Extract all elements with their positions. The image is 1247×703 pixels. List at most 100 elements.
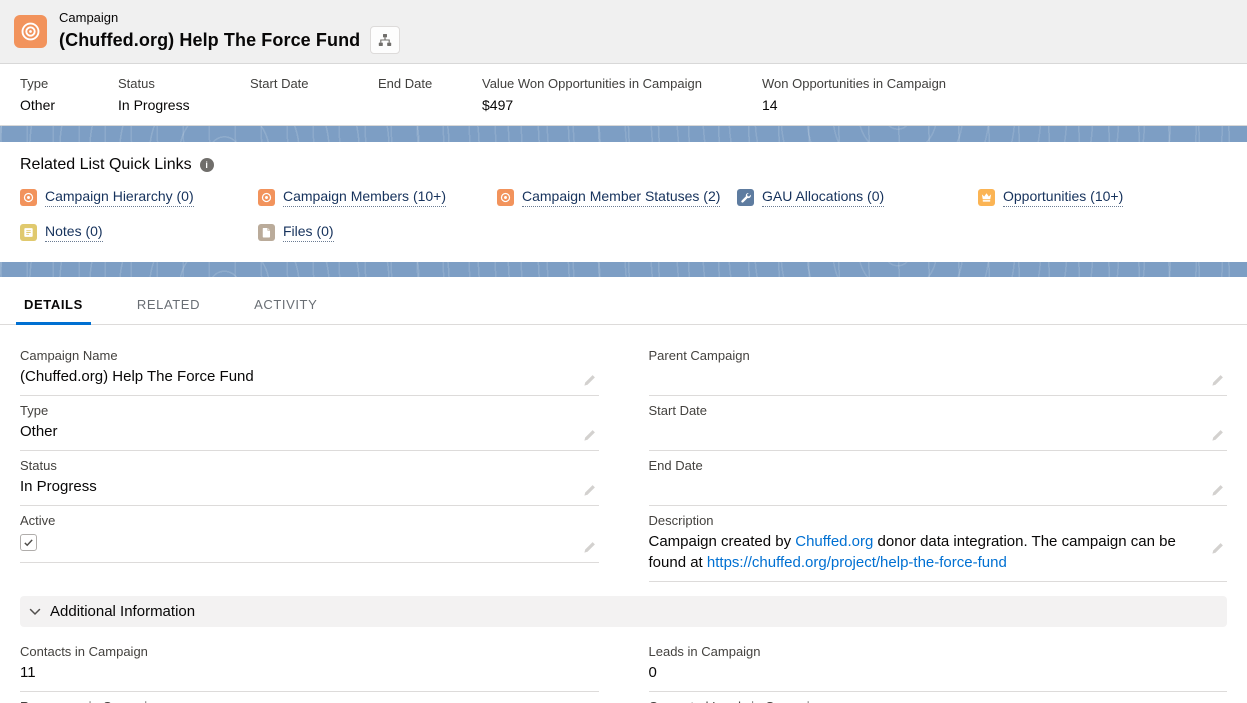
note-icon (20, 224, 37, 241)
field-type: Type Other (20, 396, 599, 451)
field-value: (Chuffed.org) Help The Force Fund (20, 366, 571, 387)
quick-link-campaign-member-statuses[interactable]: Campaign Member Statuses (2) (497, 188, 737, 207)
quick-link-label: Opportunities (10+) (1003, 188, 1123, 207)
edit-pencil-icon[interactable] (1211, 428, 1225, 442)
field-label: Active (20, 512, 571, 529)
edit-pencil-icon[interactable] (583, 483, 597, 497)
highlight-label: Value Won Opportunities in Campaign (482, 75, 752, 92)
highlight-label: Type (20, 75, 108, 92)
tab-bar: DETAILS RELATED ACTIVITY (0, 285, 1247, 325)
quick-link-notes[interactable]: Notes (0) (20, 223, 258, 242)
highlight-value (250, 96, 368, 114)
background-band (0, 126, 1247, 142)
edit-pencil-icon[interactable] (583, 540, 597, 554)
tab-related[interactable]: RELATED (133, 297, 204, 324)
field-value (20, 531, 571, 554)
field-converted-leads-in-campaign: Converted Leads in Campaign 0 (649, 692, 1228, 703)
highlight-end-date: End Date (378, 75, 482, 114)
quick-link-campaign-members[interactable]: Campaign Members (10+) (258, 188, 497, 207)
chevron-down-icon (28, 605, 42, 619)
description-link[interactable]: Chuffed.org (795, 533, 873, 550)
field-label: Description (649, 512, 1200, 529)
section-additional-information[interactable]: Additional Information (20, 596, 1227, 627)
campaign-icon (258, 189, 275, 206)
field-value (649, 476, 1200, 497)
tab-details[interactable]: DETAILS (20, 297, 87, 324)
wrench-icon (737, 189, 754, 206)
field-contacts-in-campaign: Contacts in Campaign 11 (20, 637, 599, 692)
edit-pencil-icon[interactable] (583, 428, 597, 442)
quick-link-gau-allocations[interactable]: GAU Allocations (0) (737, 188, 978, 207)
field-leads-in-campaign: Leads in Campaign 0 (649, 637, 1228, 692)
related-list-quick-links-card: Related List Quick Links i Campaign Hier… (0, 142, 1247, 262)
field-label: Start Date (649, 402, 1200, 419)
edit-pencil-icon[interactable] (1211, 373, 1225, 387)
field-label: Converted Leads in Campaign (649, 698, 1200, 703)
field-value: Campaign created by Chuffed.org donor da… (649, 531, 1189, 573)
details-form: Campaign Name (Chuffed.org) Help The For… (0, 325, 1247, 582)
highlight-value: Other (20, 96, 108, 114)
field-description: Description Campaign created by Chuffed.… (649, 506, 1228, 582)
highlight-type: Type Other (20, 75, 118, 114)
field-value: In Progress (20, 476, 571, 497)
highlight-label: End Date (378, 75, 472, 92)
field-label: End Date (649, 457, 1200, 474)
file-icon (258, 224, 275, 241)
field-responses-in-campaign: Responses in Campaign 11 (20, 692, 599, 703)
highlight-value-won-opportunities: Value Won Opportunities in Campaign $497 (482, 75, 762, 114)
field-value: 0 (649, 662, 1200, 683)
edit-pencil-icon[interactable] (1211, 483, 1225, 497)
description-text: Campaign created by (649, 533, 796, 550)
quick-link-files[interactable]: Files (0) (258, 223, 497, 242)
field-parent-campaign: Parent Campaign (649, 341, 1228, 396)
quick-link-label: Notes (0) (45, 223, 103, 242)
view-hierarchy-button[interactable] (370, 26, 400, 54)
field-start-date: Start Date (649, 396, 1228, 451)
highlight-label: Won Opportunities in Campaign (762, 75, 1237, 92)
highlight-value: $497 (482, 96, 752, 114)
field-label: Type (20, 402, 571, 419)
record-header: Campaign (Chuffed.org) Help The Force Fu… (0, 0, 1247, 63)
additional-information-form: Contacts in Campaign 11 Responses in Cam… (0, 627, 1247, 703)
highlight-label: Status (118, 75, 240, 92)
active-checkbox[interactable] (20, 534, 37, 551)
quick-link-label: Campaign Hierarchy (0) (45, 188, 194, 207)
field-value: 11 (20, 662, 571, 683)
campaign-icon (497, 189, 514, 206)
edit-pencil-icon[interactable] (583, 373, 597, 387)
quick-link-opportunities[interactable]: Opportunities (10+) (978, 188, 1227, 207)
field-end-date: End Date (649, 451, 1228, 506)
tab-activity[interactable]: ACTIVITY (250, 297, 321, 324)
quick-link-label: Files (0) (283, 223, 334, 242)
highlight-value: 14 (762, 96, 1237, 114)
field-label: Contacts in Campaign (20, 643, 571, 660)
quick-link-label: Campaign Member Statuses (2) (522, 188, 720, 207)
campaign-icon (20, 189, 37, 206)
background-band (0, 262, 1247, 277)
bullseye-glyph (20, 21, 41, 42)
record-detail-card: DETAILS RELATED ACTIVITY Campaign Name (… (0, 277, 1247, 703)
campaign-bullseye-icon (14, 15, 47, 48)
highlight-value (378, 96, 472, 114)
opportunity-crown-icon (978, 189, 995, 206)
edit-pencil-icon[interactable] (1211, 541, 1225, 555)
quick-link-campaign-hierarchy[interactable]: Campaign Hierarchy (0) (20, 188, 258, 207)
field-label: Campaign Name (20, 347, 571, 364)
section-title: Additional Information (50, 603, 195, 620)
field-campaign-name: Campaign Name (Chuffed.org) Help The For… (20, 341, 599, 396)
field-value (649, 366, 1200, 387)
field-label: Leads in Campaign (649, 643, 1200, 660)
info-icon[interactable]: i (200, 158, 214, 172)
quick-link-label: GAU Allocations (0) (762, 188, 884, 207)
checkmark-icon (23, 537, 34, 548)
highlight-won-opportunities: Won Opportunities in Campaign 14 (762, 75, 1247, 114)
field-active: Active (20, 506, 599, 563)
field-label: Responses in Campaign (20, 698, 571, 703)
page-title: (Chuffed.org) Help The Force Fund (59, 28, 360, 52)
quick-link-label: Campaign Members (10+) (283, 188, 446, 207)
field-value: Other (20, 421, 571, 442)
field-value (649, 421, 1200, 442)
quick-links-grid: Campaign Hierarchy (0) Campaign Members … (20, 188, 1227, 242)
description-link[interactable]: https://chuffed.org/project/help-the-for… (707, 554, 1007, 571)
quick-links-title: Related List Quick Links (20, 156, 192, 174)
